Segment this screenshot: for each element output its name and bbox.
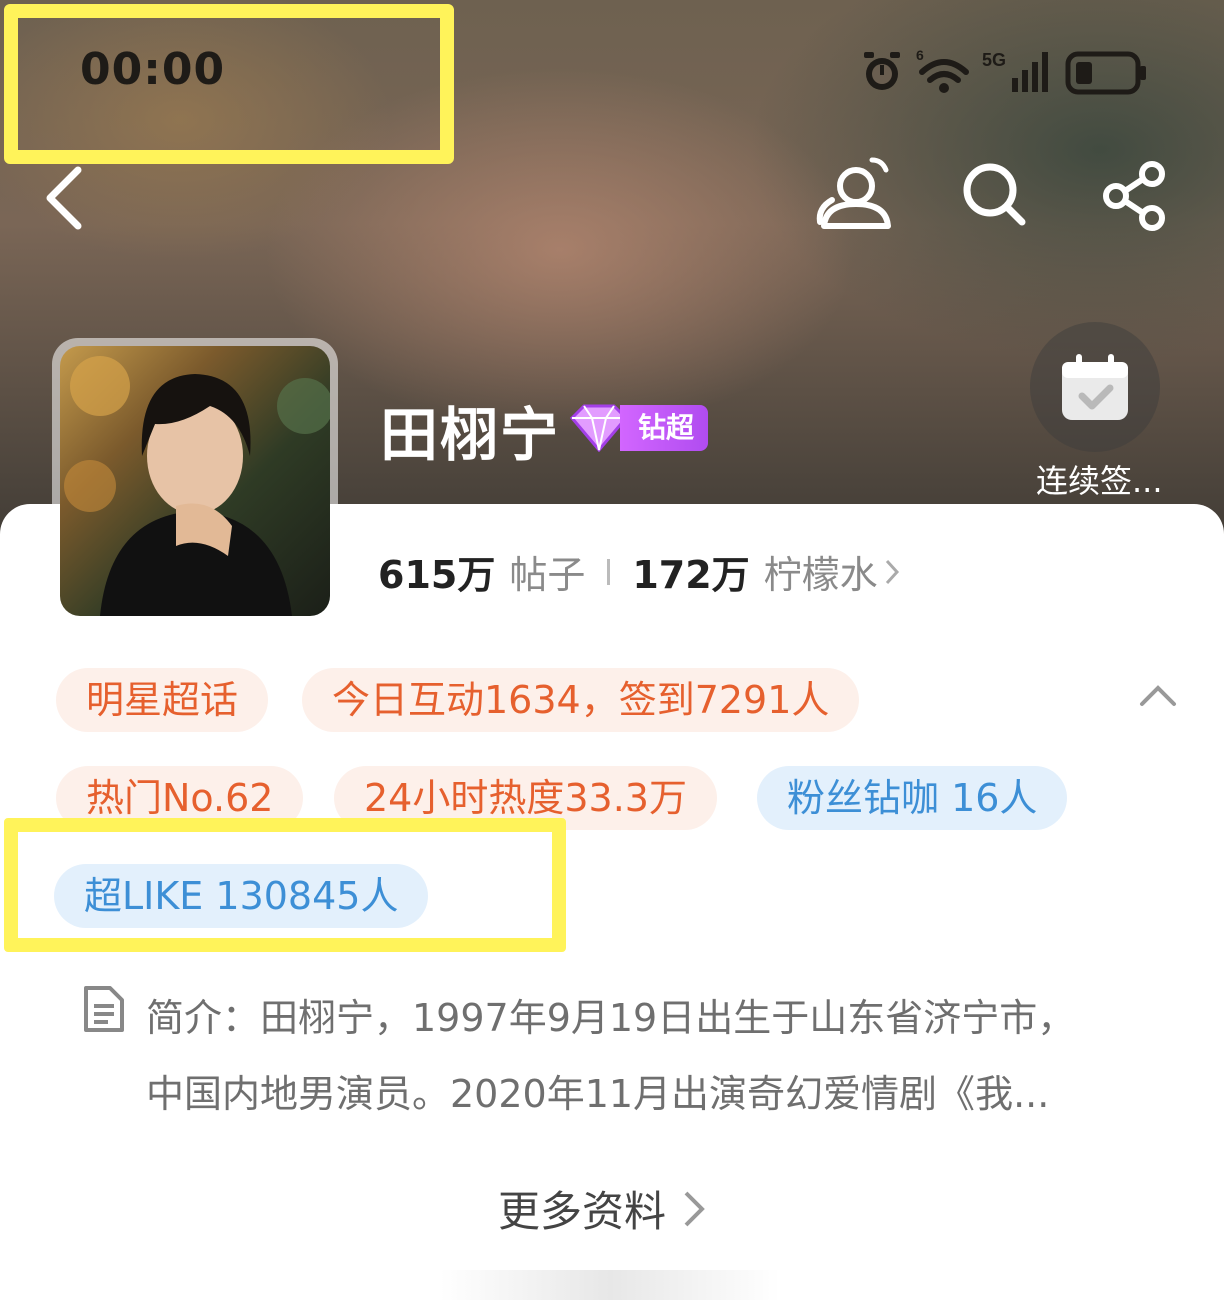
lemon-label: 柠檬水 [763, 553, 878, 597]
checkin-label: 连续签... [1036, 462, 1163, 500]
tag-today-interaction[interactable]: 今日互动1634，签到7291人 [302, 668, 860, 732]
intro-line-1: 简介：田栩宁，1997年9月19日出生于山东省济宁市， [146, 996, 1076, 1040]
intro-text[interactable]: 简介：田栩宁，1997年9月19日出生于山东省济宁市， 中国内地男演员。2020… [146, 980, 1146, 1132]
alarm-icon [864, 52, 900, 90]
stats-row[interactable]: 615万 帖子 172万 柠檬水 [378, 544, 902, 599]
more-info-button[interactable]: 更多资料 [498, 1178, 710, 1239]
highlight-box-status [4, 4, 454, 164]
tag-star-topic[interactable]: 明星超话 [56, 668, 269, 732]
battery-icon [1065, 51, 1146, 95]
avatar-portrait [64, 356, 330, 616]
svg-text:5G: 5G [982, 50, 1006, 70]
lemon-count: 172万 [632, 553, 750, 597]
stats-divider [607, 558, 611, 585]
calendar-check-icon [1062, 354, 1128, 420]
tag-fan-diamond[interactable]: 粉丝钻咖 16人 [757, 766, 1068, 830]
search-icon[interactable] [960, 160, 1030, 230]
chevron-right-icon [885, 559, 899, 584]
more-info-label: 更多资料 [498, 1187, 667, 1236]
chevron-up-icon[interactable] [1138, 680, 1178, 710]
share-icon[interactable] [1100, 160, 1172, 232]
diamond-super-badge[interactable]: 钻超 [568, 404, 709, 452]
scroll-fade [440, 1270, 780, 1300]
avatar [60, 346, 330, 616]
posts-count: 615万 [378, 553, 496, 597]
topic-name: 田栩宁 [380, 401, 561, 469]
back-arrow-icon[interactable] [40, 164, 90, 234]
wifi-icon [919, 59, 969, 83]
checkin-button[interactable] [1030, 322, 1160, 452]
fans-group-icon[interactable] [810, 150, 900, 236]
svg-text:6: 6 [916, 47, 924, 63]
intro-line-2: 中国内地男演员。2020年11月出演奇幻爱情剧《我... [146, 1072, 1050, 1116]
document-icon [84, 986, 124, 1032]
signal-icon [1012, 52, 1048, 92]
avatar-frame[interactable] [52, 338, 338, 624]
badge-label: 钻超 [620, 405, 709, 451]
posts-label: 帖子 [509, 553, 586, 597]
highlight-box-like [4, 818, 566, 952]
status-icons: 6 5G [864, 47, 1146, 95]
chevron-right-icon [684, 1191, 705, 1226]
